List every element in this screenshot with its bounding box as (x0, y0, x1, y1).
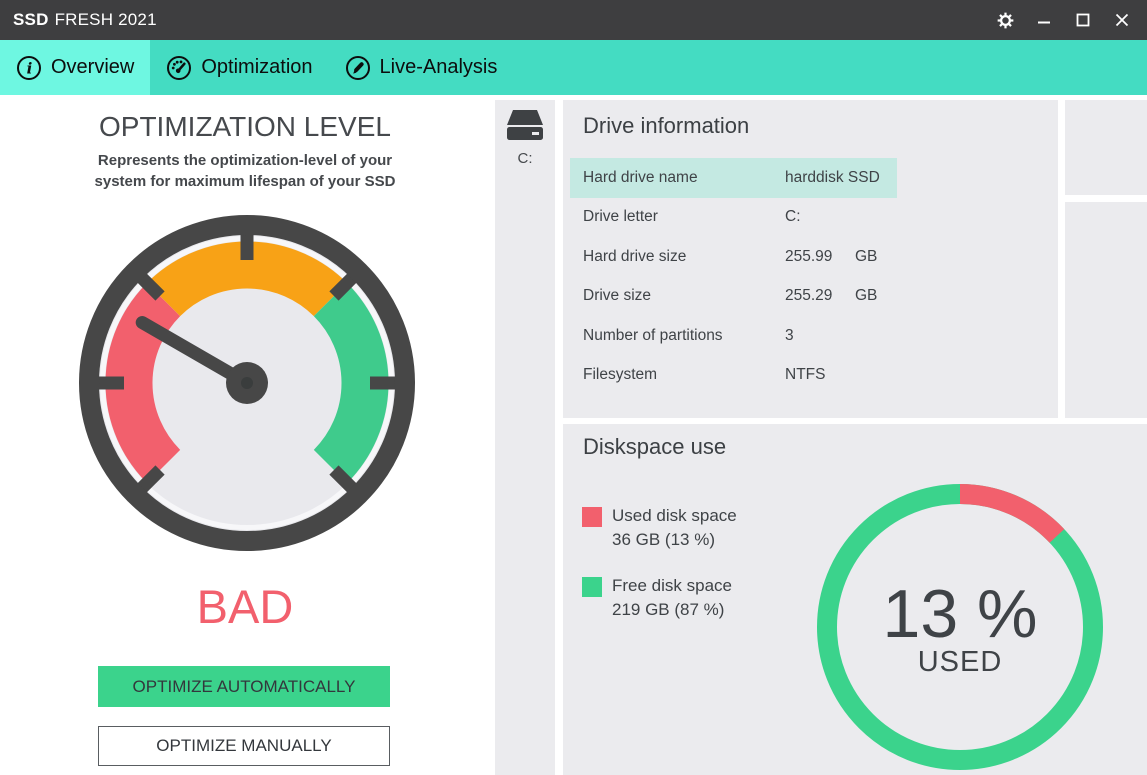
window-controls (996, 0, 1147, 40)
row-value: C: (785, 208, 855, 226)
drive-information-panel: Drive information Hard drive name harddi… (563, 100, 1058, 418)
app-title: SSD FRESH 2021 (13, 10, 157, 30)
row-label: Filesystem (583, 366, 785, 384)
pencil-icon (345, 55, 371, 81)
drive-information-title: Drive information (583, 113, 749, 139)
drive-information-table: Hard drive name harddisk SSD Drive lette… (563, 158, 1058, 395)
used-swatch (582, 507, 602, 527)
used-detail: 36 GB (13 %) (612, 528, 737, 552)
legend-item-used: Used disk space 36 GB (13 %) (582, 504, 737, 552)
info-icon: i (16, 55, 42, 81)
optimize-automatically-button[interactable]: OPTIMIZE AUTOMATICALLY (98, 666, 390, 707)
minimize-button[interactable] (1035, 11, 1053, 29)
drive-letter-label: C: (518, 150, 533, 167)
table-row[interactable]: Hard drive size 255.99 GB (570, 237, 897, 277)
optimization-subtitle-line2: system for maximum lifespan of your SSD (0, 171, 490, 192)
right-edge-panel-top (1065, 100, 1147, 195)
app-title-rest: FRESH 2021 (55, 10, 157, 29)
donut-used-arc (960, 494, 1057, 536)
ssd-fresh-window: SSD FRESH 2021 (0, 0, 1147, 775)
tab-live-analysis[interactable]: Live-Analysis (329, 40, 514, 95)
optimization-level-heading: OPTIMIZATION LEVEL (0, 111, 490, 143)
free-label: Free disk space (612, 574, 732, 598)
optimize-manually-button[interactable]: OPTIMIZE MANUALLY (98, 726, 390, 766)
row-value: 3 (785, 327, 855, 345)
optimization-status: BAD (0, 579, 490, 634)
drive-selector-strip: C: (495, 100, 555, 775)
donut-percent-label: 13 % (810, 575, 1110, 653)
donut-used-label: USED (810, 646, 1110, 679)
row-label: Hard drive name (583, 169, 785, 187)
table-row[interactable]: Hard drive name harddisk SSD (570, 158, 897, 198)
table-row[interactable]: Filesystem NTFS (570, 356, 897, 396)
gauge-hub-center (241, 377, 253, 389)
row-label: Number of partitions (583, 327, 785, 345)
tab-live-analysis-label: Live-Analysis (380, 56, 498, 79)
tab-optimization-label: Optimization (201, 56, 312, 79)
row-value: 255.29 (785, 287, 855, 305)
table-row[interactable]: Drive size 255.29 GB (570, 277, 897, 317)
optimization-subtitle-line1: Represents the optimization-level of you… (0, 150, 490, 171)
tab-optimization[interactable]: Optimization (150, 40, 328, 95)
svg-text:i: i (27, 59, 33, 77)
free-detail: 219 GB (87 %) (612, 598, 732, 622)
table-row[interactable]: Number of partitions 3 (570, 316, 897, 356)
used-label: Used disk space (612, 504, 737, 528)
tab-bar: i Overview Optimization Live-Analysis (0, 40, 1147, 95)
row-unit: GB (855, 248, 877, 266)
free-swatch (582, 577, 602, 597)
table-row[interactable]: Drive letter C: (570, 198, 897, 238)
row-value: NTFS (785, 366, 855, 384)
tab-overview[interactable]: i Overview (0, 40, 150, 95)
maximize-button[interactable] (1074, 11, 1092, 29)
diskspace-title: Diskspace use (583, 434, 726, 460)
minimize-icon (1037, 13, 1051, 27)
row-value: 255.99 (785, 248, 855, 266)
speedometer-icon (166, 55, 192, 81)
tab-overview-label: Overview (51, 56, 134, 79)
optimization-gauge (79, 215, 415, 551)
maximize-icon (1076, 13, 1090, 27)
hard-drive-icon (503, 108, 547, 144)
close-icon (1115, 13, 1129, 27)
close-button[interactable] (1113, 11, 1131, 29)
optimization-subtitle: Represents the optimization-level of you… (0, 150, 490, 192)
app-title-brand: SSD (13, 10, 49, 29)
row-unit: GB (855, 287, 877, 305)
titlebar: SSD FRESH 2021 (0, 0, 1147, 40)
gear-icon (997, 12, 1014, 29)
settings-gear-icon[interactable] (996, 11, 1014, 29)
row-label: Hard drive size (583, 248, 785, 266)
right-edge-panel-bottom (1065, 202, 1147, 418)
row-value: harddisk SSD (785, 169, 880, 187)
row-label: Drive size (583, 287, 785, 305)
legend-item-free: Free disk space 219 GB (87 %) (582, 574, 732, 622)
row-label: Drive letter (583, 208, 785, 226)
drive-item-c[interactable]: C: (495, 100, 555, 167)
